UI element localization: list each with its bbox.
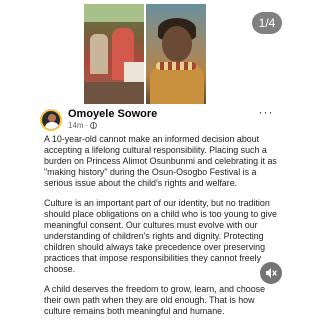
media-counter-badge: 1/4 [252, 12, 282, 34]
photo-beads [156, 62, 196, 70]
post-media-carousel[interactable]: 1/4 [0, 0, 291, 104]
post-body: A 10-year-old cannot make an informed de… [44, 134, 278, 326]
post-paragraph: A child deserves the freedom to grow, le… [44, 284, 266, 316]
more-options-icon[interactable]: ··· [258, 106, 274, 120]
meta-separator: · [85, 121, 89, 130]
photo-ground [84, 82, 144, 104]
post-card: Omoyele Sowore 14m · ··· A 10-year-old c… [0, 104, 291, 316]
post-timestamp[interactable]: 14m [68, 121, 84, 130]
speaker-muted-icon [266, 268, 277, 278]
photo-figure [90, 34, 108, 74]
festival-crowd-photo[interactable] [84, 4, 144, 104]
avatar[interactable] [40, 109, 62, 131]
avatar-body [45, 122, 59, 129]
post-author-name[interactable]: Omoyele Sowore [68, 108, 157, 120]
photo-clothing [150, 64, 204, 104]
mute-button[interactable] [260, 262, 282, 284]
avatar-head [48, 114, 56, 122]
photo-sky [84, 4, 144, 22]
child-portrait-photo[interactable] [146, 4, 206, 104]
post-paragraph: A 10-year-old cannot make an informed de… [44, 134, 277, 188]
photo-face [162, 26, 192, 62]
post-meta: 14m · [68, 121, 98, 130]
globe-icon [90, 122, 98, 129]
post-paragraph: Culture is an important part of our iden… [44, 198, 277, 274]
